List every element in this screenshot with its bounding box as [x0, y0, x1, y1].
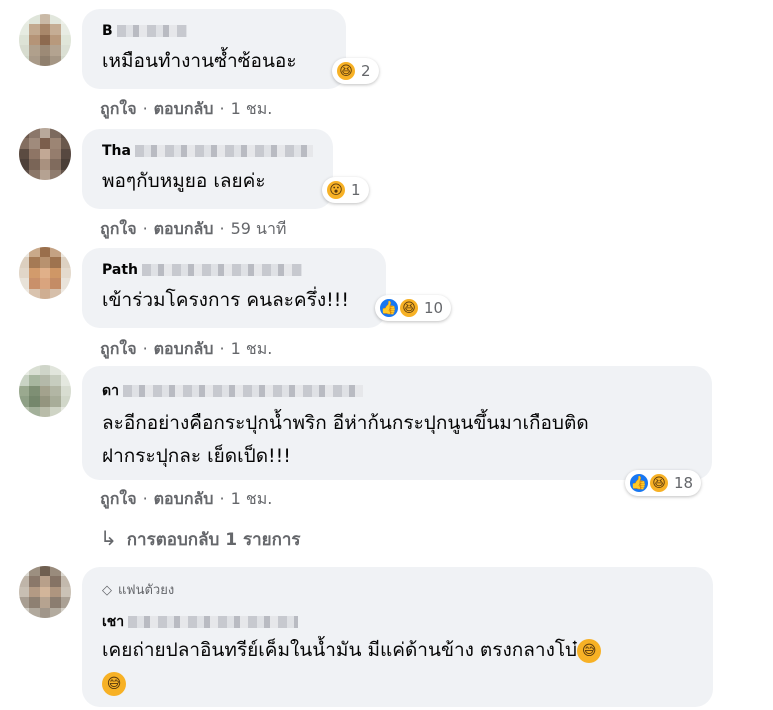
- like-link[interactable]: ถูกใจ: [100, 99, 137, 118]
- blurred-name: [142, 264, 302, 276]
- timestamp[interactable]: 1 ชม.: [231, 339, 273, 358]
- author-name[interactable]: เชา: [102, 611, 299, 633]
- reaction-summary[interactable]: 😆 2: [332, 58, 379, 84]
- reply-link[interactable]: ตอบกลับ: [154, 339, 214, 358]
- diamond-icon: ◇: [102, 583, 112, 598]
- reply-link[interactable]: ตอบกลับ: [154, 219, 214, 238]
- author-name[interactable]: Tha: [102, 143, 313, 159]
- avatar[interactable]: [19, 247, 71, 299]
- haha-icon: 😆: [335, 60, 357, 82]
- like-link[interactable]: ถูกใจ: [100, 489, 137, 508]
- timestamp[interactable]: 59 นาที: [231, 219, 287, 238]
- reply-link[interactable]: ตอบกลับ: [154, 99, 214, 118]
- author-name[interactable]: B: [102, 23, 187, 39]
- reaction-count: 18: [674, 474, 694, 492]
- wow-icon: 😮: [325, 179, 347, 201]
- avatar[interactable]: [19, 128, 71, 180]
- previous-comment-edge: [0, 0, 773, 4]
- view-replies-link[interactable]: ↳ การตอบกลับ 1 รายการ: [100, 526, 301, 553]
- grinning-sweat-icon: 😅: [102, 671, 126, 696]
- comment-actions: ถูกใจ · ตอบกลับ · 1 ชม.: [100, 99, 273, 118]
- comment-text: เคยถ่ายปลาอินทรีย์เค็มในน้ำมัน มีแค่ด้าน…: [102, 631, 602, 669]
- like-link[interactable]: ถูกใจ: [100, 339, 137, 358]
- comment-bubble: ดา ละอีกอย่างคือกระปุกน้ำพริก อีห่าก้นกร…: [82, 366, 712, 480]
- haha-icon: 😆: [648, 472, 670, 494]
- author-name[interactable]: ดา: [102, 380, 363, 402]
- timestamp[interactable]: 1 ชม.: [231, 99, 273, 118]
- blurred-name: [128, 616, 299, 628]
- author-name[interactable]: Path: [102, 262, 302, 278]
- comment-text-line-2: ฝากระปุกละ เย็ดเป็ด!!!: [102, 445, 291, 467]
- timestamp[interactable]: 1 ชม.: [231, 489, 273, 508]
- reaction-count: 2: [361, 62, 371, 80]
- comment-actions: ถูกใจ · ตอบกลับ · 1 ชม.: [100, 489, 273, 508]
- avatar[interactable]: [19, 14, 71, 66]
- comment-bubble: ◇ แฟนตัวยง เชา เคยถ่ายปลาอินทรีย์เค็มในน้…: [82, 567, 713, 707]
- reaction-count: 10: [424, 299, 444, 317]
- comment-text: เหมือนทำงานซ้ำซ้อนอะ: [102, 50, 297, 72]
- comment-bubble: B เหมือนทำงานซ้ำซ้อนอะ: [82, 9, 346, 89]
- reaction-summary[interactable]: 👍 😆 10: [375, 295, 452, 321]
- comment-actions: ถูกใจ · ตอบกลับ · 1 ชม.: [100, 339, 273, 358]
- reaction-summary[interactable]: 👍 😆 18: [625, 470, 702, 496]
- haha-icon: 😆: [398, 297, 420, 319]
- comment-actions: ถูกใจ · ตอบกลับ · 59 นาที: [100, 219, 287, 238]
- blurred-name: [122, 385, 363, 397]
- comment-text: พอๆกับหมูยอ เลยค่ะ: [102, 170, 266, 192]
- top-fan-badge[interactable]: ◇ แฟนตัวยง: [102, 579, 174, 600]
- like-icon: 👍: [628, 472, 650, 494]
- blurred-name: [116, 25, 187, 37]
- avatar[interactable]: [19, 365, 71, 417]
- avatar[interactable]: [19, 566, 71, 618]
- grinning-sweat-icon: 😅: [577, 638, 602, 663]
- blurred-name: [134, 145, 313, 157]
- comment-bubble: Tha พอๆกับหมูยอ เลยค่ะ: [82, 129, 333, 209]
- comment-text: เข้าร่วมโครงการ คนละครึ่ง!!!: [102, 289, 349, 311]
- reply-arrow-icon: ↳: [100, 526, 117, 550]
- reaction-summary[interactable]: 😮 1: [322, 177, 369, 203]
- reaction-count: 1: [351, 181, 361, 199]
- like-link[interactable]: ถูกใจ: [100, 219, 137, 238]
- comment-text-line-2: 😅: [102, 664, 126, 702]
- reply-link[interactable]: ตอบกลับ: [154, 489, 214, 508]
- comment-bubble: Path เข้าร่วมโครงการ คนละครึ่ง!!!: [82, 248, 386, 328]
- like-icon: 👍: [378, 297, 400, 319]
